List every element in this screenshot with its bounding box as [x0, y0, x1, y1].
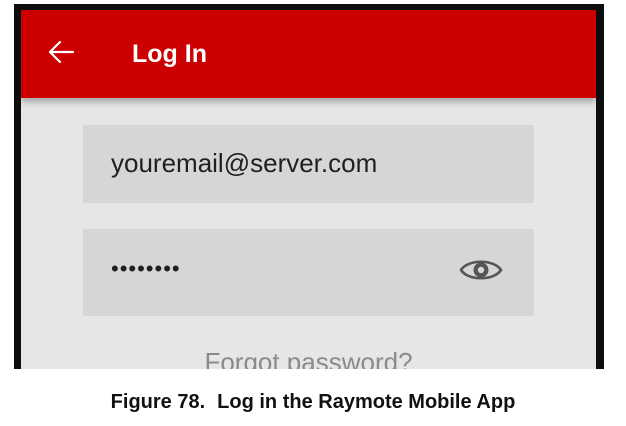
forgot-password-link[interactable]: Forgot password?: [21, 347, 596, 369]
figure-number: Figure 78.: [110, 391, 206, 413]
page-title: Log In: [132, 40, 207, 68]
eye-icon: [459, 256, 503, 289]
email-field[interactable]: youremail@server.com: [83, 125, 534, 203]
figure-caption-text: Log in the Raymote Mobile App: [217, 391, 516, 413]
password-field[interactable]: ••••••••: [83, 229, 534, 316]
app-bar: Log In: [21, 10, 596, 98]
phone-frame: Log In youremail@server.com •••••••• For…: [14, 4, 604, 369]
figure-caption: Figure 78. Log in the Raymote Mobile App: [0, 391, 626, 414]
password-value: ••••••••: [111, 256, 181, 281]
app-screen: Log In youremail@server.com •••••••• For…: [21, 10, 596, 369]
back-button[interactable]: [43, 34, 79, 70]
email-value: youremail@server.com: [111, 148, 378, 178]
show-password-button[interactable]: [458, 256, 504, 288]
arrow-left-icon: [47, 40, 75, 64]
